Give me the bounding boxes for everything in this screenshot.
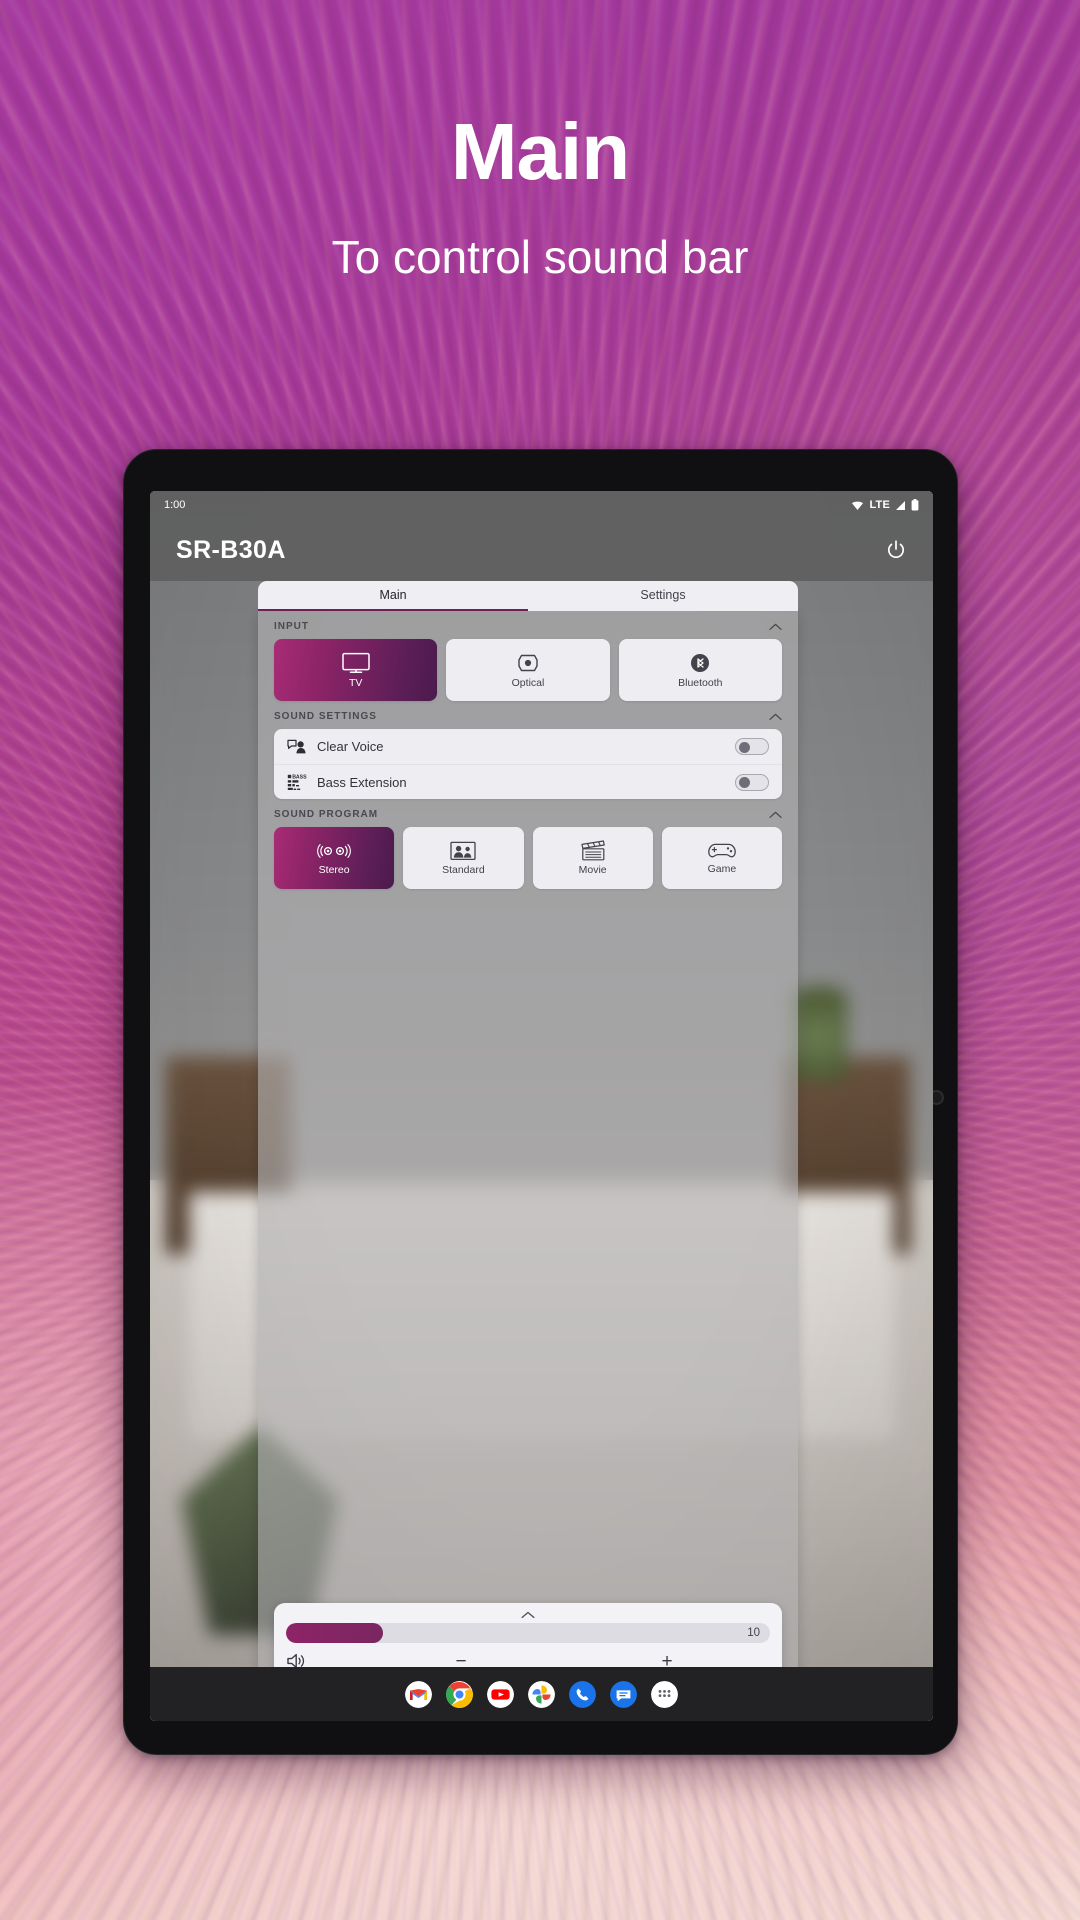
movie-icon	[580, 840, 606, 861]
input-option-tv[interactable]: TV	[274, 639, 438, 701]
input-option-label: Bluetooth	[678, 676, 723, 689]
app-content-panel: INPUT TV Optical Bluetooth SOUND SETTING…	[258, 611, 798, 1695]
sound-settings-list: Clear Voice BASS Bass Extension	[274, 729, 782, 799]
input-option-label: Optical	[511, 676, 545, 689]
input-option-bluetooth[interactable]: Bluetooth	[618, 639, 782, 701]
section-title-input: INPUT	[274, 621, 309, 632]
bluetooth-icon	[689, 652, 711, 674]
app-drawer-icon[interactable]	[651, 1680, 678, 1708]
status-bar-time: 1:00	[164, 499, 186, 511]
volume-slider-fill	[286, 1623, 383, 1643]
promo-background: Main To control sound bar 1:00 LTE SR-B3…	[0, 0, 1080, 1920]
tablet-screen: 1:00 LTE SR-B30A Main Settings INPUT TV …	[150, 491, 933, 1721]
app-tab-bar: Main Settings	[258, 581, 798, 611]
promo-header: Main To control sound bar	[0, 0, 1080, 283]
sound-program-options-row: Stereo Standard Movie Game	[258, 827, 798, 889]
chevron-up-icon[interactable]	[286, 1609, 770, 1623]
messages-icon[interactable]	[610, 1680, 637, 1708]
status-bar-indicators: LTE	[851, 499, 919, 511]
youtube-icon[interactable]	[487, 1680, 514, 1708]
tablet-device-frame: 1:00 LTE SR-B30A Main Settings INPUT TV …	[123, 449, 958, 1755]
sound-program-option-stereo[interactable]: Stereo	[274, 827, 395, 889]
sound-program-option-standard[interactable]: Standard	[403, 827, 524, 889]
input-options-row: TV Optical Bluetooth	[258, 639, 798, 701]
chevron-up-icon[interactable]	[769, 713, 782, 721]
app-header-bar: SR-B30A	[150, 519, 933, 581]
section-title-sound-program: SOUND PROGRAM	[274, 809, 379, 820]
input-option-optical[interactable]: Optical	[446, 639, 610, 701]
standard-icon	[450, 841, 477, 861]
chevron-up-icon[interactable]	[769, 623, 782, 631]
device-name-title: SR-B30A	[176, 535, 286, 564]
signal-icon	[895, 500, 906, 511]
android-dock	[150, 1667, 933, 1721]
gmail-icon[interactable]	[405, 1680, 432, 1708]
promo-title: Main	[450, 107, 630, 196]
input-option-label: TV	[348, 676, 363, 689]
stereo-icon	[317, 841, 352, 861]
svg-text:BASS: BASS	[292, 774, 307, 780]
photos-icon[interactable]	[528, 1680, 555, 1708]
game-icon	[707, 841, 737, 860]
sound-program-label: Standard	[442, 863, 485, 876]
battery-icon	[911, 499, 919, 511]
list-item-clear-voice[interactable]: Clear Voice	[274, 729, 782, 764]
phone-icon[interactable]	[569, 1680, 596, 1708]
promo-subtitle: To control sound bar	[331, 231, 749, 283]
toggle-clear-voice[interactable]	[735, 738, 769, 755]
network-type-label: LTE	[869, 499, 890, 511]
wifi-icon	[851, 500, 864, 511]
chevron-up-icon[interactable]	[769, 811, 782, 819]
sound-program-label: Movie	[578, 864, 607, 876]
optical-icon	[516, 652, 540, 674]
section-header-sound-program: SOUND PROGRAM	[258, 799, 798, 827]
tab-settings[interactable]: Settings	[528, 581, 798, 611]
list-item-label: Clear Voice	[317, 739, 384, 754]
tab-main[interactable]: Main	[258, 581, 528, 611]
sound-program-label: Stereo	[318, 863, 350, 876]
section-header-input: INPUT	[258, 611, 798, 639]
chrome-icon[interactable]	[446, 1680, 473, 1708]
sound-program-option-game[interactable]: Game	[661, 827, 782, 889]
volume-slider[interactable]: 10	[286, 1623, 770, 1643]
sound-program-option-movie[interactable]: Movie	[532, 827, 653, 889]
list-item-bass-extension[interactable]: BASS Bass Extension	[274, 764, 782, 799]
list-item-label: Bass Extension	[317, 774, 407, 790]
tv-icon	[341, 652, 371, 674]
toggle-bass-extension[interactable]	[735, 773, 769, 791]
sound-program-label: Game	[707, 863, 737, 875]
power-icon[interactable]	[885, 539, 907, 561]
clear-voice-icon	[287, 739, 311, 755]
bass-extension-icon: BASS	[287, 774, 311, 791]
status-bar: 1:00 LTE	[150, 491, 933, 519]
section-header-sound-settings: SOUND SETTINGS	[258, 701, 798, 729]
volume-value-label: 10	[747, 1627, 760, 1639]
section-title-sound-settings: SOUND SETTINGS	[274, 711, 377, 722]
